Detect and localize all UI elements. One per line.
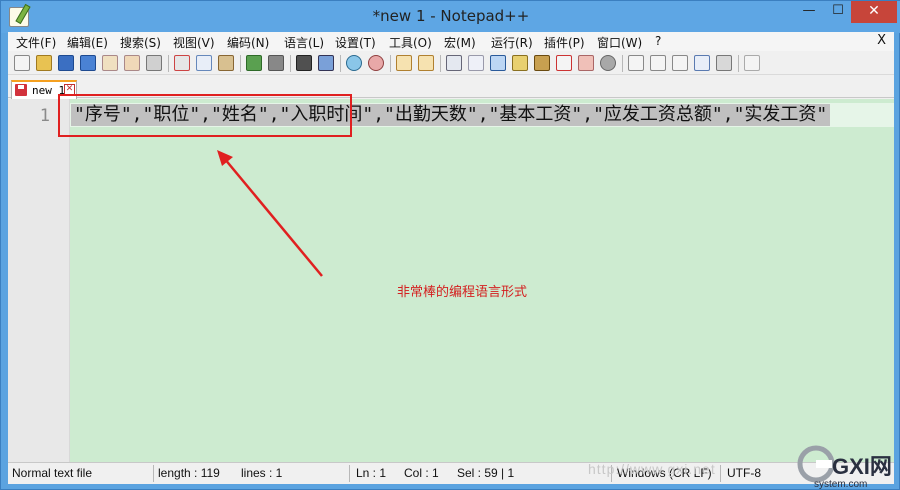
indent-guide-icon[interactable] <box>490 55 506 71</box>
maximize-button[interactable]: ☐ <box>823 1 853 23</box>
menu-file[interactable]: 文件(F) <box>16 34 56 51</box>
document-map-icon[interactable] <box>512 55 528 71</box>
menu-help[interactable]: ? <box>655 34 661 48</box>
copy-icon[interactable] <box>196 55 212 71</box>
menu-window[interactable]: 窗口(W) <box>597 34 642 51</box>
cut-icon[interactable] <box>174 55 190 71</box>
toolbar-separator <box>290 55 291 72</box>
status-bar: Normal text file length : 119 lines : 1 … <box>8 462 894 484</box>
toolbar-separator <box>390 55 391 72</box>
menu-plugins[interactable]: 插件(P) <box>544 34 585 51</box>
annotation-highlight-box <box>58 94 352 137</box>
toolbar-separator <box>340 55 341 72</box>
toolbar-separator <box>168 55 169 72</box>
new-file-icon[interactable] <box>14 55 30 71</box>
open-file-icon[interactable] <box>36 55 52 71</box>
toolbar-separator <box>240 55 241 72</box>
watermark-url: http://www.gxi.net <box>588 461 716 477</box>
status-lines: lines : 1 <box>241 466 283 480</box>
unsaved-icon <box>15 84 27 96</box>
monitoring-icon[interactable] <box>578 55 594 71</box>
grey-circle-icon[interactable] <box>600 55 616 71</box>
find-icon[interactable] <box>296 55 312 71</box>
gxi-watermark-logo: GXI网 system.com <box>797 445 892 490</box>
play-macro-icon[interactable] <box>672 55 688 71</box>
function-list-icon[interactable] <box>534 55 550 71</box>
spell-check-icon[interactable] <box>744 55 760 71</box>
menu-language[interactable]: 语言(L) <box>284 34 324 51</box>
zoom-in-icon[interactable] <box>346 55 362 71</box>
toolbar-separator <box>440 55 441 72</box>
close-icon[interactable] <box>102 55 118 71</box>
close-document-button[interactable]: X <box>877 33 886 48</box>
menu-macro[interactable]: 宏(M) <box>444 34 476 51</box>
close-button[interactable]: ✕ <box>851 1 897 23</box>
sync-vertical-icon[interactable] <box>396 55 412 71</box>
stop-macro-icon[interactable] <box>650 55 666 71</box>
run-macro-multiple-icon[interactable] <box>694 55 710 71</box>
menu-bar: 文件(F) 编辑(E) 搜索(S) 视图(V) 编码(N) 语言(L) 设置(T… <box>8 32 894 51</box>
status-sel: Sel : 59 | 1 <box>457 466 515 480</box>
show-all-characters-icon[interactable] <box>468 55 484 71</box>
toolbar <box>8 51 894 75</box>
paste-icon[interactable] <box>218 55 234 71</box>
window-title: *new 1 - Notepad++ <box>372 7 530 25</box>
status-col: Col : 1 <box>404 466 439 480</box>
replace-icon[interactable] <box>318 55 334 71</box>
menu-edit[interactable]: 编辑(E) <box>67 34 108 51</box>
status-ln: Ln : 1 <box>356 466 387 480</box>
undo-icon[interactable] <box>246 55 262 71</box>
menu-run[interactable]: 运行(R) <box>491 34 533 51</box>
line-number-gutter[interactable]: 1 <box>8 99 70 467</box>
toolbar-separator <box>622 55 623 72</box>
status-separator <box>153 465 154 482</box>
menu-encoding[interactable]: 编码(N) <box>227 34 269 51</box>
record-macro-icon[interactable] <box>628 55 644 71</box>
menu-view[interactable]: 视图(V) <box>173 34 215 51</box>
watermark-logo-subtext: system.com <box>814 479 867 490</box>
annotation-label: 非常棒的编程语言形式 <box>397 285 528 300</box>
word-wrap-icon[interactable] <box>446 55 462 71</box>
sync-horizontal-icon[interactable] <box>418 55 434 71</box>
menu-search[interactable]: 搜索(S) <box>120 34 161 51</box>
close-all-icon[interactable] <box>124 55 140 71</box>
menu-tools[interactable]: 工具(O) <box>389 34 432 51</box>
title-bar[interactable]: *new 1 - Notepad++ — ☐ ✕ <box>1 1 900 33</box>
save-macro-icon[interactable] <box>716 55 732 71</box>
notepad-plus-plus-window: *new 1 - Notepad++ — ☐ ✕ 文件(F) 编辑(E) 搜索(… <box>0 0 900 490</box>
status-separator <box>720 465 721 482</box>
zoom-out-icon[interactable] <box>368 55 384 71</box>
print-icon[interactable] <box>146 55 162 71</box>
minimize-button[interactable]: — <box>794 1 824 23</box>
redo-icon[interactable] <box>268 55 284 71</box>
status-separator <box>349 465 350 482</box>
toolbar-separator <box>738 55 739 72</box>
folder-workspace-icon[interactable] <box>556 55 572 71</box>
menu-settings[interactable]: 设置(T) <box>335 34 376 51</box>
watermark-logo-text: GXI网 <box>832 454 892 479</box>
save-all-icon[interactable] <box>80 55 96 71</box>
status-length: length : 119 <box>158 466 220 480</box>
status-file-type: Normal text file <box>12 466 93 480</box>
save-icon[interactable] <box>58 55 74 71</box>
status-encoding[interactable]: UTF-8 <box>727 466 761 480</box>
line-number: 1 <box>39 106 50 126</box>
